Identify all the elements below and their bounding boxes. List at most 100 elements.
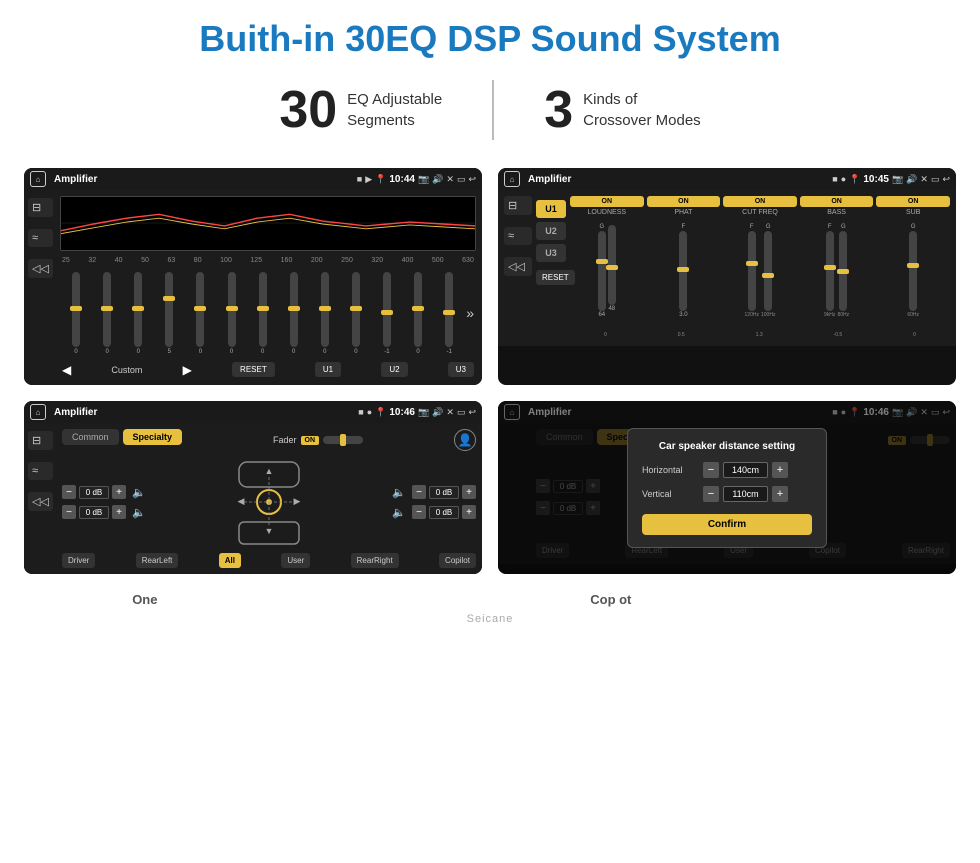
horizontal-plus-btn[interactable]: + <box>772 462 788 478</box>
eq-slider-4[interactable]: 0 <box>186 272 214 355</box>
db-minus-bl[interactable]: − <box>62 505 76 519</box>
eq-next-btn[interactable]: ▶ <box>183 363 192 377</box>
home-icon-2[interactable]: ⌂ <box>504 171 520 187</box>
eq-slider-10[interactable]: -1 <box>373 272 401 355</box>
db-plus-br[interactable]: + <box>462 505 476 519</box>
eq-slider-11[interactable]: 0 <box>404 272 432 355</box>
loudness-slider-2[interactable] <box>608 225 616 305</box>
vertical-minus-btn[interactable]: − <box>703 486 719 502</box>
speaker-wave-icon[interactable]: ≈ <box>28 462 53 480</box>
eq-slider-1[interactable]: 0 <box>93 272 121 355</box>
svg-text:▶: ▶ <box>294 496 301 506</box>
window-icon-2: ▭ <box>931 174 940 185</box>
home-icon-1[interactable]: ⌂ <box>30 171 46 187</box>
app-title-1: Amplifier <box>54 174 353 185</box>
right-controls: 🔈 − 0 dB + 🔈 − 0 dB + <box>392 485 476 519</box>
back-icon-2: ↩ <box>942 174 950 185</box>
crossover-u1-btn[interactable]: U1 <box>536 200 566 218</box>
speaker-main: Common Specialty Fader ON 👤 <box>62 429 476 568</box>
eq-slider-12[interactable]: -1 <box>435 272 463 355</box>
speaker-vol-icon[interactable]: ◁◁ <box>28 492 53 511</box>
cutfreq-sliders: F 120Hz G 100Hz <box>723 220 797 330</box>
crossover-reset-btn[interactable]: RESET <box>536 270 575 285</box>
crossover-u2-btn[interactable]: U2 <box>536 222 566 240</box>
sub-on-btn[interactable]: ON <box>876 196 950 207</box>
btn-rearright-3[interactable]: RearRight <box>351 553 399 568</box>
eq-u2-btn[interactable]: U2 <box>381 362 407 377</box>
loudness-on-btn[interactable]: ON <box>570 196 644 207</box>
eq-tune-icon[interactable]: ⊟ <box>28 198 53 217</box>
db-plus-tl[interactable]: + <box>112 485 126 499</box>
btn-user-3[interactable]: User <box>281 553 310 568</box>
bass-slider-g[interactable] <box>839 231 847 311</box>
speaker-tune-icon[interactable]: ⊟ <box>28 431 53 450</box>
sub-slider[interactable] <box>909 231 917 311</box>
db-minus-tl[interactable]: − <box>62 485 76 499</box>
freq-125: 125 <box>250 257 262 264</box>
eq-slider-7[interactable]: 0 <box>280 272 308 355</box>
speaker-bottom-btns: Driver RearLeft All User RearRight Copil… <box>62 553 476 568</box>
crossover-vol-icon[interactable]: ◁◁ <box>504 257 532 276</box>
crossover-u-buttons: U1 U2 U3 RESET <box>536 196 566 340</box>
vertical-plus-btn[interactable]: + <box>772 486 788 502</box>
svg-text:▼: ▼ <box>265 526 274 536</box>
confirm-btn[interactable]: Confirm <box>642 514 812 535</box>
crossover-tune-icon[interactable]: ⊟ <box>504 196 532 215</box>
fader-slider[interactable] <box>323 436 363 444</box>
btn-rearleft-3[interactable]: RearLeft <box>136 553 179 568</box>
db-plus-bl[interactable]: + <box>112 505 126 519</box>
btn-all-3[interactable]: All <box>219 553 241 568</box>
eq-reset-btn[interactable]: RESET <box>232 362 275 377</box>
crossover-wave-icon[interactable]: ≈ <box>504 227 532 245</box>
bass-slider-f[interactable] <box>826 231 834 311</box>
freq-250: 250 <box>341 257 353 264</box>
bass-on-btn[interactable]: ON <box>800 196 874 207</box>
modal-overlay: Car speaker distance setting Horizontal … <box>498 401 956 574</box>
phat-on-btn[interactable]: ON <box>647 196 721 207</box>
volume-icon-3: 🔊 <box>432 407 443 418</box>
btn-driver-3[interactable]: Driver <box>62 553 95 568</box>
stat-crossover-label: Kinds of Crossover Modes <box>583 89 701 131</box>
cutfreq-slider-f[interactable] <box>748 231 756 311</box>
eq-slider-9[interactable]: 0 <box>342 272 370 355</box>
phat-slider[interactable] <box>679 231 687 311</box>
db-minus-br[interactable]: − <box>412 505 426 519</box>
eq-freq-labels: 25 32 40 50 63 80 100 125 160 200 250 32… <box>60 257 476 264</box>
status-bar-1: ⌂ Amplifier ■ ▶ 📍 10:44 📷 🔊 ✕ ▭ ↩ <box>24 168 482 190</box>
eq-u1-btn[interactable]: U1 <box>315 362 341 377</box>
btn-copilot-3[interactable]: Copilot <box>439 553 476 568</box>
eq-wave-icon[interactable]: ≈ <box>28 229 53 247</box>
eq-slider-2[interactable]: 0 <box>124 272 152 355</box>
crossover-u3-btn[interactable]: U3 <box>536 244 566 262</box>
screen-distance: ⌂ Amplifier ■ ● 📍 10:46 📷 🔊 ✕ ▭ ↩ Common <box>498 401 956 574</box>
cutfreq-slider-g[interactable] <box>764 231 772 311</box>
eq-slider-3[interactable]: 5 <box>155 272 183 355</box>
status-icons-3: ■ ● 📍 10:46 📷 🔊 ✕ ▭ ↩ <box>358 407 476 418</box>
loudness-label: LOUDNESS <box>588 209 627 216</box>
eq-slider-5[interactable]: 0 <box>217 272 245 355</box>
tab-common-3[interactable]: Common <box>62 429 119 445</box>
eq-prev-btn[interactable]: ◀ <box>62 363 71 377</box>
eq-scroll-right[interactable]: » <box>466 305 474 321</box>
back-icon-3: ↩ <box>468 407 476 418</box>
profile-icon-3[interactable]: 👤 <box>454 429 476 451</box>
eq-slider-8[interactable]: 0 <box>311 272 339 355</box>
phat-label: PHAT <box>674 209 692 216</box>
horizontal-minus-btn[interactable]: − <box>703 462 719 478</box>
eq-slider-6[interactable]: 0 <box>249 272 277 355</box>
db-plus-tr[interactable]: + <box>462 485 476 499</box>
eq-slider-0[interactable]: 0 <box>62 272 90 355</box>
tab-specialty-3[interactable]: Specialty <box>123 429 183 445</box>
status-icons-2: ■ ● 📍 10:45 📷 🔊 ✕ ▭ ↩ <box>832 174 950 185</box>
loudness-slider-g[interactable] <box>598 231 606 311</box>
cutfreq-on-btn[interactable]: ON <box>723 196 797 207</box>
home-icon-3[interactable]: ⌂ <box>30 404 46 420</box>
eq-u3-btn[interactable]: U3 <box>448 362 474 377</box>
bottom-label-copot: Cop ot <box>590 592 631 607</box>
left-controls: − 0 dB + 🔈 − 0 dB + 🔈 <box>62 485 146 519</box>
db-minus-tr[interactable]: − <box>412 485 426 499</box>
freq-80: 80 <box>194 257 202 264</box>
eq-vol-icon[interactable]: ◁◁ <box>28 259 53 278</box>
screen-speaker: ⌂ Amplifier ■ ● 📍 10:46 📷 🔊 ✕ ▭ ↩ ⊟ ≈ ◁◁ <box>24 401 482 574</box>
eq-graph <box>60 196 476 251</box>
